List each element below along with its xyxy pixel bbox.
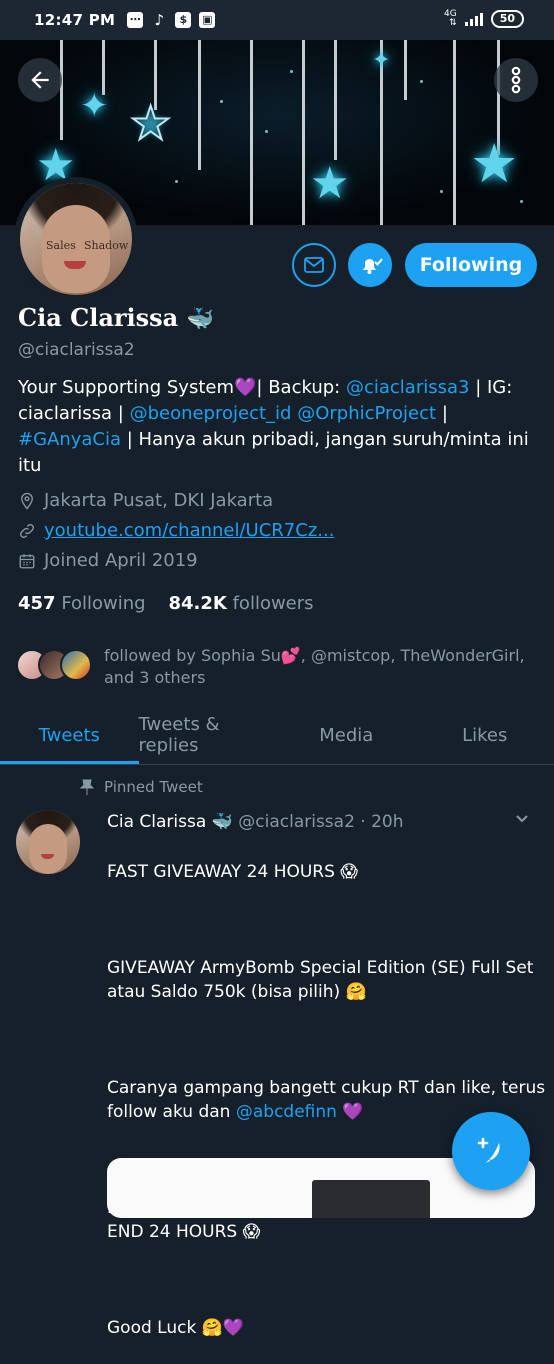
following-label: Following: [61, 593, 145, 614]
follower-avatars: [16, 645, 82, 689]
calendar-icon: [18, 552, 36, 570]
bio-text: |: [436, 403, 448, 424]
avatar-text-left: Sales: [46, 239, 76, 252]
link-icon: [18, 522, 36, 540]
profile-website[interactable]: youtube.com/channel/UCR7Cz...: [18, 520, 334, 541]
chevron-down-icon[interactable]: [515, 812, 529, 826]
status-bar: 12:47 PM ⋯ ♪ $ ▣ 4G⇅ 50: [0, 0, 554, 40]
more-vertical-icon: [506, 65, 526, 95]
message-button[interactable]: [292, 243, 336, 287]
follow-counts: 457 Following 84.2K followers: [18, 593, 314, 614]
location-pin-icon: [18, 492, 36, 510]
compose-tweet-button[interactable]: [452, 1112, 530, 1190]
tweet-author-name[interactable]: Cia Clarissa: [107, 812, 206, 832]
followers-stat[interactable]: 84.2K followers: [169, 593, 314, 614]
purple-heart-emoji: 💜: [234, 377, 256, 398]
image-icon: ▣: [199, 12, 215, 28]
chat-icon: ⋯: [127, 12, 143, 28]
status-right: 4G⇅ 50: [444, 10, 524, 28]
tweet-mention[interactable]: @abcdefinn: [236, 1102, 337, 1122]
profile-tabs: Tweets Tweets & replies Media Likes: [0, 706, 554, 765]
tweet-header: Cia Clarissa 🐳 @ciaclarissa2 · 20h: [107, 812, 404, 832]
status-time: 12:47 PM: [34, 11, 115, 29]
envelope-icon: [299, 250, 329, 280]
bio-text: Your Supporting System: [18, 377, 234, 398]
notification-icons: ⋯ ♪ $ ▣: [127, 12, 215, 28]
tiktok-icon: ♪: [151, 12, 167, 28]
profile-joined: Joined April 2019: [18, 550, 198, 571]
product-box: [312, 1180, 430, 1218]
pinned-label: Pinned Tweet: [80, 778, 203, 796]
profile-handle: @ciaclarissa2: [18, 340, 135, 360]
tab-likes[interactable]: Likes: [416, 706, 554, 764]
bio-text: | Backup:: [256, 377, 346, 398]
followed-by[interactable]: followed by Sophia Su💕, @mistcop, TheWon…: [16, 645, 536, 689]
tweet-line: FAST GIVEAWAY 24 HOURS 😱: [107, 860, 547, 884]
more-options-button[interactable]: [494, 58, 538, 102]
tab-tweets-replies[interactable]: Tweets & replies: [139, 706, 278, 764]
followed-by-text: followed by Sophia Su💕, @mistcop, TheWon…: [104, 645, 536, 689]
following-count: 457: [18, 593, 56, 614]
avatar-image: Sales Shadow: [20, 183, 132, 295]
tweet-text: 💜: [337, 1102, 364, 1122]
following-button[interactable]: Following: [405, 243, 537, 287]
followers-label: followers: [233, 593, 314, 614]
shop-icon: $: [175, 12, 191, 28]
back-button[interactable]: [18, 58, 62, 102]
follower-avatar: [60, 649, 92, 681]
tab-tweets[interactable]: Tweets: [0, 706, 139, 764]
notifications-button[interactable]: [348, 243, 392, 287]
avatar-text-right: Shadow: [84, 239, 128, 252]
profile-avatar[interactable]: Sales Shadow: [14, 177, 138, 301]
bio-mention-orphicproject[interactable]: @OrphicProject: [297, 403, 436, 424]
pinned-text: Pinned Tweet: [104, 778, 203, 796]
location-text: Jakarta Pusat, DKI Jakarta: [44, 490, 273, 511]
following-stat[interactable]: 457 Following: [18, 593, 146, 614]
signal-icon: [465, 12, 483, 26]
joined-text: Joined April 2019: [44, 550, 198, 571]
whale-emoji: 🐳: [187, 306, 214, 332]
battery-level: 50: [500, 12, 515, 25]
battery-icon: 50: [491, 10, 524, 28]
tab-media[interactable]: Media: [277, 706, 416, 764]
back-arrow-icon: [27, 67, 53, 93]
bio-mention-backup[interactable]: @ciaclarissa3: [346, 377, 470, 398]
tweet-body: FAST GIVEAWAY 24 HOURS 😱 GIVEAWAY ArmyBo…: [107, 836, 547, 1364]
profile-bio: Your Supporting System💜| Backup: @ciacla…: [18, 375, 538, 479]
followers-count: 84.2K: [169, 593, 227, 614]
tweet-avatar[interactable]: [16, 810, 80, 874]
tweet-author-emoji: 🐳: [212, 812, 233, 832]
network-type: 4G⇅: [444, 10, 457, 28]
bell-check-icon: [355, 250, 385, 280]
profile-name: Cia Clarissa 🐳: [18, 303, 214, 332]
tweet-line: Good Luck 🤗💜: [107, 1316, 547, 1340]
bio-hashtag[interactable]: #GAnyaCia: [18, 429, 121, 450]
tweet-line: GIVEAWAY ArmyBomb Special Edition (SE) F…: [107, 956, 547, 1004]
profile-name-text: Cia Clarissa: [18, 303, 178, 332]
compose-tweet-icon: [471, 1131, 511, 1171]
tweet-handle-time: @ciaclarissa2 · 20h: [238, 812, 403, 832]
pin-icon: [80, 779, 94, 795]
bio-mention-beoneproject[interactable]: @beoneproject_id: [130, 403, 292, 424]
website-link[interactable]: youtube.com/channel/UCR7Cz...: [44, 520, 334, 541]
profile-location: Jakarta Pusat, DKI Jakarta: [18, 490, 273, 511]
